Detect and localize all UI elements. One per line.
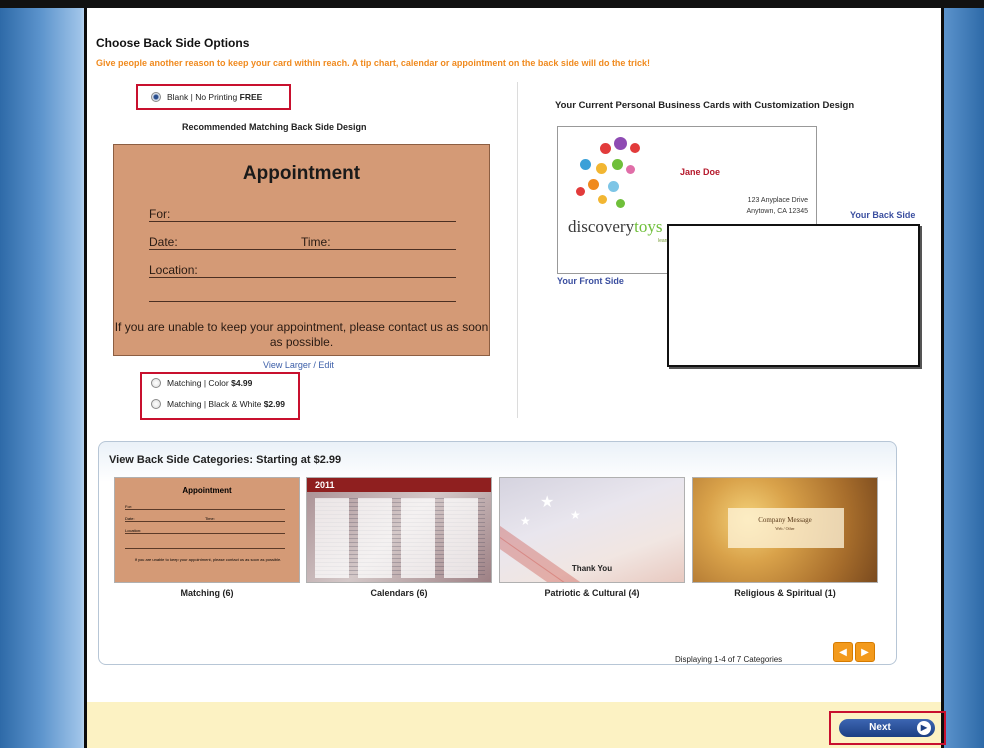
matching-color-radio[interactable] (151, 378, 161, 388)
star-icon: ★ (540, 494, 555, 511)
recommended-heading: Recommended Matching Back Side Design (182, 122, 367, 132)
next-arrow-icon[interactable]: ▶ (855, 642, 875, 662)
category-label-matching[interactable]: Matching (6) (114, 588, 300, 598)
categories-panel: View Back Side Categories: Starting at $… (98, 441, 897, 665)
view-larger-edit-link[interactable]: View Larger / Edit (263, 360, 334, 370)
column-divider (517, 82, 518, 418)
recommended-design-preview[interactable]: Appointment For: Date: Time: Location: If… (113, 144, 490, 356)
main-panel: Choose Back Side Options Give people ano… (84, 8, 946, 748)
blank-label: Blank | No Printing (167, 92, 238, 102)
next-button-wrapper: Next ▶ (829, 711, 946, 745)
star-icon: ★ (570, 508, 581, 522)
next-button[interactable]: Next ▶ (839, 719, 935, 737)
category-label-patriotic[interactable]: Patriotic & Cultural (4) (499, 588, 685, 598)
matching-bw-radio[interactable] (151, 399, 161, 409)
star-icon: ★ (520, 514, 531, 528)
categories-heading: View Back Side Categories: Starting at $… (109, 454, 342, 466)
back-side-label: Your Back Side (850, 210, 916, 220)
category-label-religious[interactable]: Religious & Spiritual (1) (692, 588, 878, 598)
blank-option[interactable]: Blank | No Printing FREE (151, 92, 262, 102)
appointment-message: If you are unable to keep your appointme… (114, 320, 489, 349)
appointment-location-line: Location: (149, 263, 456, 278)
page-title: Choose Back Side Options (96, 36, 250, 50)
footer-bar (87, 702, 941, 748)
appointment-date-line: Date: Time: (149, 235, 456, 250)
appointment-title: Appointment (242, 163, 361, 184)
blank-price: FREE (239, 92, 263, 102)
matching-bw-option[interactable]: Matching | Black & White $2.99 (151, 399, 285, 409)
calendar-grid (315, 498, 485, 578)
card-address: 123 Anyplace Drive Anytown, CA 12345 (746, 197, 809, 215)
blank-radio[interactable] (151, 92, 161, 102)
current-cards-heading: Your Current Personal Business Cards wit… (555, 100, 855, 111)
front-side-label: Your Front Side (557, 276, 624, 286)
top-bar (0, 0, 984, 8)
displaying-count: Displaying 1-4 of 7 Categories (675, 655, 783, 664)
category-thumb-patriotic[interactable]: ★ ★ ★ Thank You (499, 477, 685, 583)
category-thumb-calendars[interactable]: 2011 (306, 477, 492, 583)
next-button-label: Next (869, 722, 891, 733)
chevron-right-icon: ▶ (917, 721, 931, 735)
card-name: Jane Doe (680, 167, 721, 177)
back-card-preview[interactable] (667, 224, 920, 367)
previous-arrow-icon[interactable]: ◀ (833, 642, 853, 662)
appointment-for-line: For: (149, 207, 456, 222)
category-thumb-religious[interactable]: Company Message Web / Other (692, 477, 878, 583)
matching-color-option[interactable]: Matching | Color $4.99 (151, 378, 252, 388)
category-label-calendars[interactable]: Calendars (6) (306, 588, 492, 598)
page-subtitle: Give people another reason to keep your … (96, 58, 650, 68)
category-thumb-matching[interactable]: Appointment For: Date: Time: Location: If… (114, 477, 300, 583)
logo-wordmark: discoverytoys (568, 217, 663, 236)
appointment-blank-line (149, 287, 456, 302)
